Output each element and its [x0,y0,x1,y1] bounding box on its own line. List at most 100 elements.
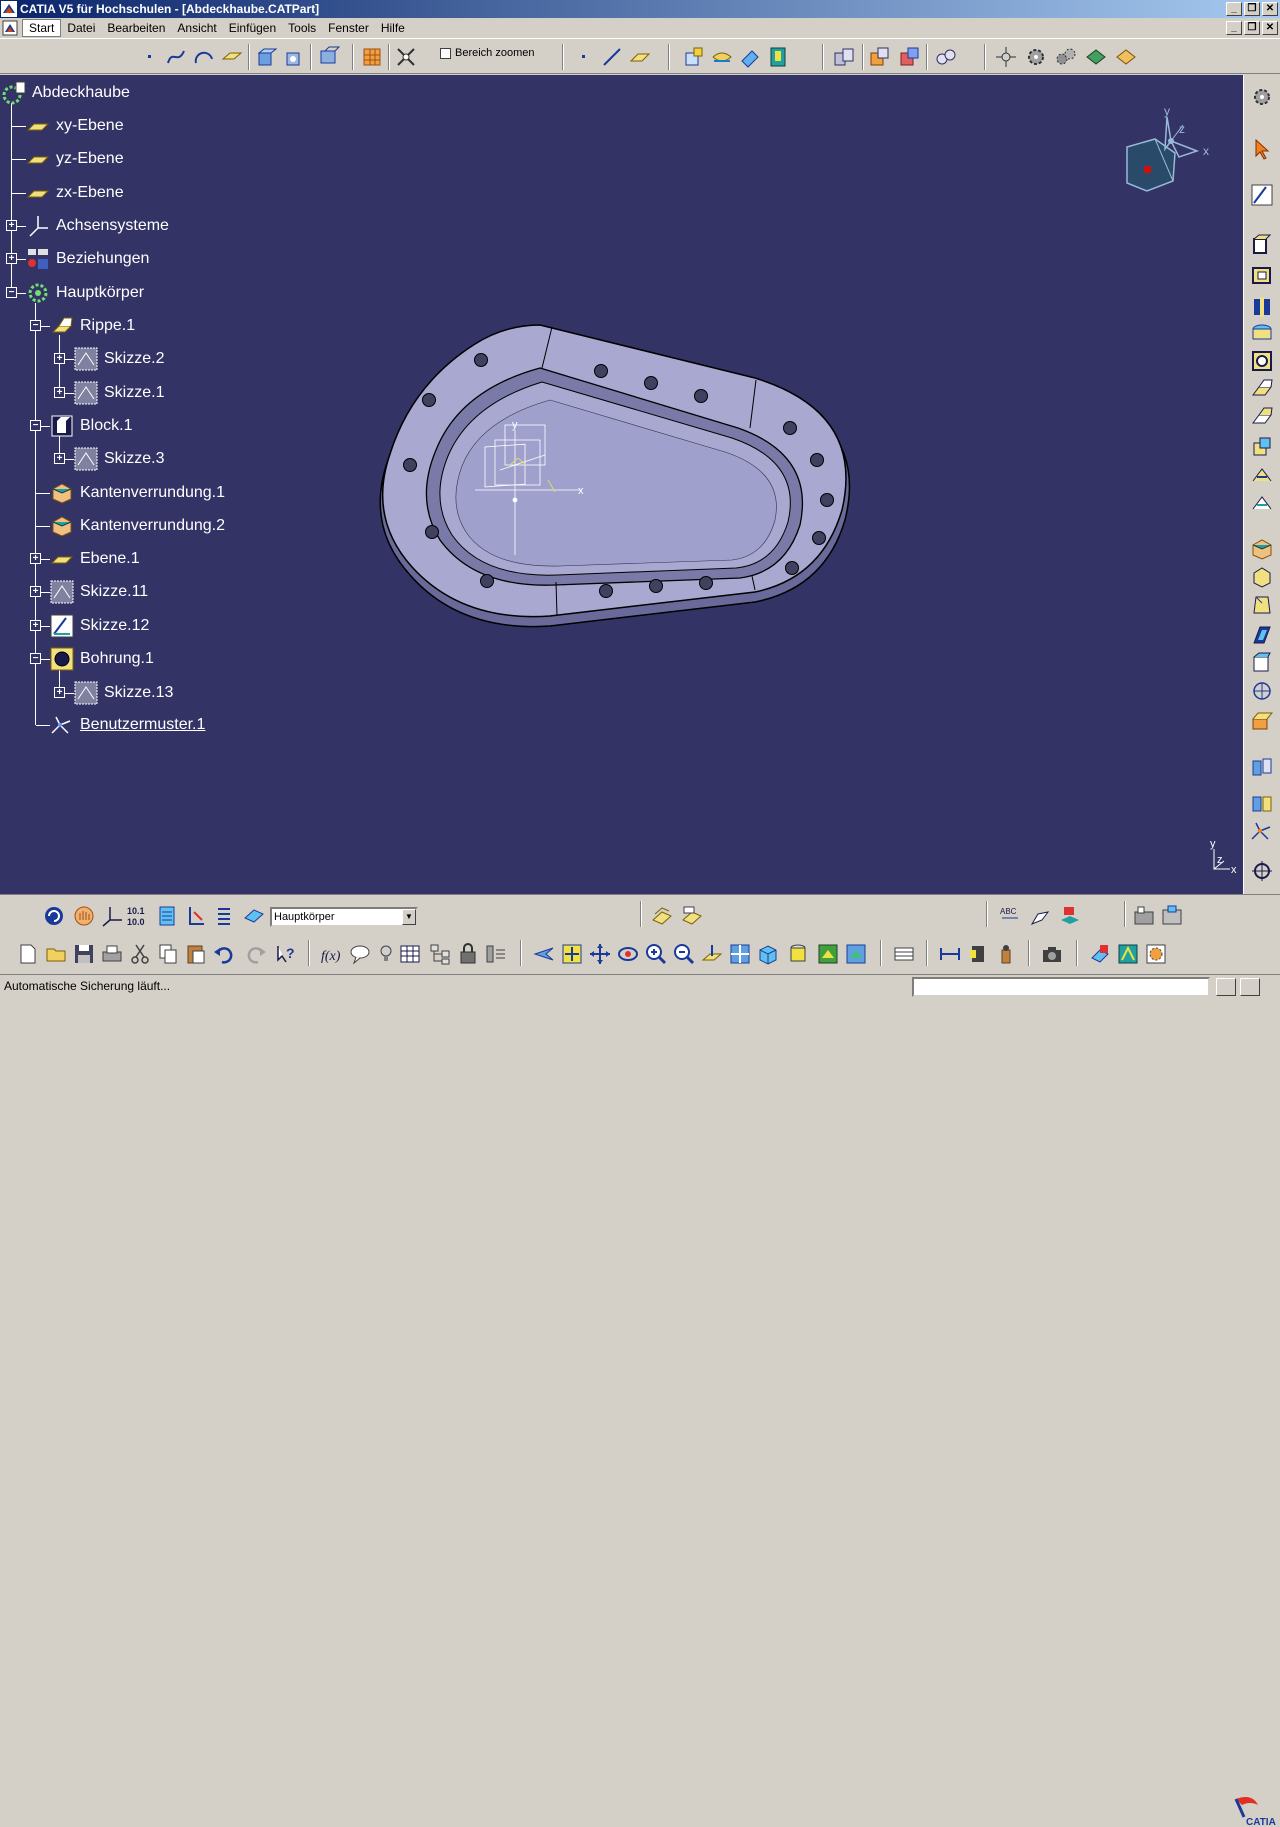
extrude-icon[interactable] [254,45,278,69]
tree-structure-icon[interactable] [428,942,452,966]
view-compass[interactable]: y z x [1115,105,1215,205]
status-button-2[interactable] [1240,978,1260,996]
hide-show-icon[interactable] [816,942,840,966]
copy-icon[interactable] [156,942,180,966]
menu-hilfe[interactable]: Hilfe [375,18,411,38]
collapse-block[interactable]: − [30,420,41,431]
view-tool-icon[interactable] [1132,904,1156,928]
hole-tool-icon[interactable] [1250,349,1274,373]
axis-system-tool-icon[interactable] [100,904,124,928]
surface-icon[interactable] [710,45,734,69]
zoom-in-icon[interactable] [644,942,668,966]
expand-ebene[interactable]: + [30,553,41,564]
units-icon[interactable]: 10.110.0 [126,904,150,928]
split-icon[interactable] [1250,709,1274,733]
tree-item-hole[interactable]: Bohrung.1 [50,647,154,671]
insert-geoset-icon[interactable] [680,904,704,928]
plane-tool-icon[interactable] [628,45,652,69]
pocket-tool-icon[interactable] [1250,263,1274,287]
measure-icon[interactable] [1250,859,1274,883]
spline-icon[interactable] [164,45,188,69]
thread-icon[interactable] [1250,679,1274,703]
expand-skizze-11[interactable]: + [30,586,41,597]
menu-bearbeiten[interactable]: Bearbeiten [101,18,171,38]
tree-item-sketch-12[interactable]: Skizze.12 [50,614,149,638]
maximize-button[interactable]: ❐ [1244,2,1260,16]
chamfer-icon[interactable] [1250,565,1274,589]
minimize-button[interactable]: _ [1226,2,1242,16]
rib-tool-icon[interactable] [1250,377,1274,401]
open-folder-icon[interactable] [44,942,68,966]
snap-icon[interactable] [994,45,1018,69]
reaction-icon[interactable] [484,942,508,966]
analysis-icon[interactable] [394,45,418,69]
fit-all-icon[interactable] [560,942,584,966]
new-file-icon[interactable] [16,942,40,966]
document-icon[interactable] [2,20,18,36]
groove-icon[interactable] [1250,321,1274,345]
zoom-area-box[interactable] [440,47,451,59]
collapse-hauptkoerper[interactable]: − [6,287,17,298]
eraser-icon[interactable] [738,45,762,69]
stiffener-icon[interactable] [1250,435,1274,459]
collapse-rippe[interactable]: − [30,320,41,331]
menu-einfuegen[interactable]: Einfügen [223,18,282,38]
boolean-remove-icon[interactable] [898,45,922,69]
multi-view-icon[interactable] [318,45,342,69]
tree-item-sketch-2[interactable]: Skizze.2 [74,347,164,371]
expand-skizze-12[interactable]: + [30,620,41,631]
settings-gear-icon[interactable] [1250,85,1274,109]
insert-body-icon[interactable] [650,904,674,928]
tree-item-fillet-1[interactable]: Kantenverrundung.1 [50,481,225,505]
pocket-icon[interactable] [282,45,306,69]
hand-pan-icon[interactable] [72,904,96,928]
menu-tools[interactable]: Tools [282,18,322,38]
book-icon[interactable] [766,45,790,69]
analysis-gear-icon[interactable] [1144,942,1168,966]
catalog-icon[interactable] [1084,45,1108,69]
expand-beziehungen[interactable]: + [6,253,17,264]
shell-icon[interactable] [1250,623,1274,647]
point-icon[interactable] [138,45,162,69]
flag-note-icon[interactable] [1028,904,1052,928]
menu-start[interactable]: Start [22,19,62,37]
measure-between-icon[interactable] [938,942,962,966]
3d-viewport[interactable]: Abdeckhaube xy-Ebene yz-Ebene zx-Ebene +… [0,75,1243,894]
translation-icon[interactable] [1250,755,1274,779]
close-button[interactable]: ✕ [1262,2,1278,16]
redo-icon[interactable] [244,942,268,966]
doc-restore-button[interactable]: ❐ [1244,21,1260,35]
gears-icon[interactable] [1054,45,1078,69]
zoom-out-icon[interactable] [672,942,696,966]
sketch-analysis-icon[interactable] [1116,942,1140,966]
apply-material-icon[interactable] [1088,942,1112,966]
undo-icon[interactable] [212,942,236,966]
text-abc-icon[interactable]: ABC [998,904,1022,928]
tree-item-axis-systems[interactable]: Achsensysteme [26,214,169,238]
body-selector-dropdown[interactable]: Hauptkörper ▼ [270,907,418,927]
boolean-add-icon[interactable] [868,45,892,69]
mirror-icon[interactable] [1250,791,1274,815]
draft-icon[interactable] [1250,593,1274,617]
remove-loft-icon[interactable] [1250,491,1274,515]
formula-icon[interactable]: f(x) [320,942,344,966]
tree-item-sketch-1[interactable]: Skizze.1 [74,381,164,405]
lock-icon[interactable] [456,942,480,966]
expand-achsensysteme[interactable]: + [6,220,17,231]
assembly-icon[interactable] [832,45,856,69]
part-3d-model[interactable]: y x [370,320,870,630]
tree-item-user-pattern[interactable]: Benutzermuster.1 [50,713,205,737]
zoom-area-checkbox[interactable]: Bereich zoomen [440,47,535,59]
print-icon[interactable] [100,942,124,966]
fillet-tool-icon[interactable] [1250,537,1274,561]
publish-icon[interactable] [1114,45,1138,69]
doc-minimize-button[interactable]: _ [1226,21,1242,35]
circle-arc-icon[interactable] [192,45,216,69]
tree-item-plane-1[interactable]: Ebene.1 [50,547,140,571]
multi-view-tool-icon[interactable] [728,942,752,966]
shaft-icon[interactable] [1250,295,1274,319]
pan-icon[interactable] [588,942,612,966]
select-arrow-icon[interactable] [1250,137,1274,161]
tree-item-xy-plane[interactable]: xy-Ebene [26,114,124,138]
doc-close-button[interactable]: ✕ [1262,21,1278,35]
